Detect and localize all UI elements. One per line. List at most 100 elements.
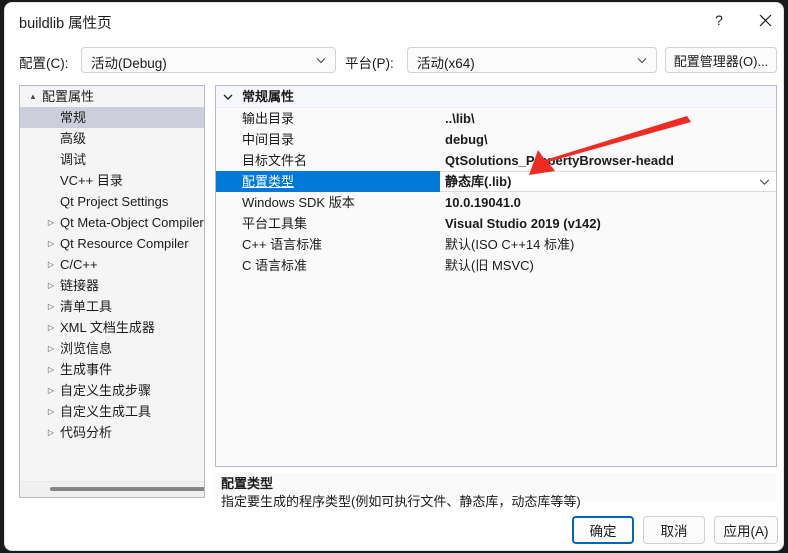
tree-item[interactable]: ▷ Qt Resource Compiler (20, 233, 204, 254)
property-value[interactable]: 10.0.19041.0 (445, 192, 521, 213)
tree-item-label: 高级 (60, 131, 87, 146)
tree-item-label: 常规 (60, 110, 87, 125)
configuration-dropdown[interactable]: 活动(Debug) (81, 47, 336, 73)
tree-item-label: 配置属性 (42, 89, 95, 104)
configuration-manager-button[interactable]: 配置管理器(O)... (665, 47, 777, 73)
tree-item-label: Qt Meta-Object Compiler (60, 215, 204, 230)
property-value[interactable]: ..\lib\ (445, 108, 475, 129)
tree-item-label: 调试 (60, 152, 87, 167)
tree-item[interactable]: 常规 (20, 107, 204, 128)
close-button[interactable] (743, 3, 783, 37)
property-name: 配置类型 (242, 174, 295, 189)
tree-item[interactable]: ▷ 清单工具 (20, 296, 204, 317)
chevron-down-icon (316, 58, 326, 64)
platform-dropdown[interactable]: 活动(x64) (407, 47, 657, 73)
chevron-down-icon (637, 58, 647, 64)
configuration-value: 活动(Debug) (91, 56, 167, 71)
tree-item[interactable]: ▷ 自定义生成工具 (20, 401, 204, 422)
tree-item-label: 浏览信息 (60, 341, 113, 356)
tree-item[interactable]: ▷ 自定义生成步骤 (20, 380, 204, 401)
platform-value: 活动(x64) (417, 56, 475, 71)
window-title: buildlib 属性页 (19, 16, 112, 32)
tree-item[interactable]: ▷ Qt Meta-Object Compiler (20, 212, 204, 233)
property-row[interactable]: 输出目录 ..\lib\ (216, 108, 776, 129)
tree-item[interactable]: ▷ 浏览信息 (20, 338, 204, 359)
configuration-label: 配置(C): (19, 56, 69, 71)
help-button[interactable]: ? (697, 3, 741, 37)
tree-item[interactable]: ▷ C/C++ (20, 254, 204, 275)
close-icon (759, 14, 771, 26)
property-pages-dialog: buildlib 属性页 ? 配置(C): 活动(Debug) 平台(P): 活… (4, 2, 784, 551)
property-row[interactable]: C 语言标准 默认(旧 MSVC) (216, 255, 776, 276)
expander-collapsed-icon[interactable]: ▷ (42, 338, 60, 359)
tree-item-label: Qt Project Settings (60, 194, 169, 209)
expander-collapsed-icon[interactable]: ▷ (42, 275, 60, 296)
chevron-down-icon (223, 94, 233, 100)
tree-item-label: XML 文档生成器 (60, 320, 155, 335)
property-name: C 语言标准 (242, 258, 308, 273)
property-value[interactable]: 默认(旧 MSVC) (445, 255, 534, 276)
tree-item-label: 自定义生成步骤 (60, 383, 152, 398)
tree-item-label: 代码分析 (60, 425, 113, 440)
property-name: 目标文件名 (242, 153, 308, 168)
expander-collapsed-icon[interactable]: ▷ (42, 359, 60, 380)
expander-expanded-icon[interactable]: ▲ (24, 86, 42, 107)
property-name: C++ 语言标准 (242, 237, 323, 252)
grid-group-title: 常规属性 (242, 89, 295, 104)
tree-item-label: C/C++ (60, 257, 98, 272)
description-title: 配置类型 (221, 476, 274, 491)
grid-group-header[interactable]: 常规属性 (216, 86, 776, 108)
tree-item[interactable]: Qt Project Settings (20, 191, 204, 212)
property-row[interactable]: 配置类型 静态库(.lib) (216, 171, 776, 192)
tree-item[interactable]: ▷ 代码分析 (20, 422, 204, 443)
property-name: 输出目录 (242, 111, 295, 126)
apply-button[interactable]: 应用(A) (714, 516, 778, 544)
tree-item-label: Qt Resource Compiler (60, 236, 189, 251)
tree-item-label: 链接器 (60, 278, 100, 293)
expander-collapsed-icon[interactable]: ▷ (42, 401, 60, 422)
description-pane: 配置类型 指定要生成的程序类型(例如可执行文件、静态库，动态库等等) (215, 473, 777, 509)
expander-collapsed-icon[interactable]: ▷ (42, 212, 60, 233)
property-row[interactable]: 中间目录 debug\ (216, 129, 776, 150)
tree-item-label: 生成事件 (60, 362, 113, 377)
tree-item-label: 清单工具 (60, 299, 113, 314)
tree-item[interactable]: ▲ 配置属性 (20, 86, 204, 107)
property-value[interactable]: 默认(ISO C++14 标准) (445, 234, 574, 255)
expander-collapsed-icon[interactable]: ▷ (42, 380, 60, 401)
expander-collapsed-icon[interactable]: ▷ (42, 317, 60, 338)
platform-label: 平台(P): (345, 56, 394, 71)
tree-horizontal-scrollbar[interactable] (20, 481, 204, 497)
property-value[interactable]: QtSolutions_PropertyBrowser-headd (445, 150, 674, 171)
expander-collapsed-icon[interactable]: ▷ (42, 254, 60, 275)
expander-collapsed-icon[interactable]: ▷ (42, 422, 60, 443)
chevron-down-icon[interactable] (757, 174, 772, 189)
property-value[interactable]: Visual Studio 2019 (v142) (445, 213, 601, 234)
property-value[interactable]: debug\ (445, 129, 488, 150)
tree-item[interactable]: 调试 (20, 149, 204, 170)
property-tree[interactable]: ▲ 配置属性 常规 高级 调试 VC++ 目录 Qt Project Settings ▷ Qt… (19, 85, 205, 498)
description-text: 指定要生成的程序类型(例如可执行文件、静态库，动态库等等) (221, 494, 581, 509)
property-row[interactable]: C++ 语言标准 默认(ISO C++14 标准) (216, 234, 776, 255)
title-bar: buildlib 属性页 ? (5, 3, 783, 39)
tree-item-label: VC++ 目录 (60, 173, 123, 188)
property-name: Windows SDK 版本 (242, 195, 355, 210)
configuration-bar: 配置(C): 活动(Debug) 平台(P): 活动(x64) 配置管理器(O)… (5, 43, 783, 77)
expander-collapsed-icon[interactable]: ▷ (42, 233, 60, 254)
cancel-button[interactable]: 取消 (643, 516, 705, 544)
property-row[interactable]: Windows SDK 版本 10.0.19041.0 (216, 192, 776, 213)
tree-item[interactable]: ▷ 链接器 (20, 275, 204, 296)
property-name: 平台工具集 (242, 216, 308, 231)
property-row[interactable]: 平台工具集 Visual Studio 2019 (v142) (216, 213, 776, 234)
expander-collapsed-icon[interactable]: ▷ (42, 296, 60, 317)
tree-item[interactable]: ▷ XML 文档生成器 (20, 317, 204, 338)
property-name: 中间目录 (242, 132, 295, 147)
tree-item[interactable]: 高级 (20, 128, 204, 149)
question-mark-icon: ? (715, 12, 723, 28)
ok-button[interactable]: 确定 (572, 516, 634, 544)
tree-item[interactable]: VC++ 目录 (20, 170, 204, 191)
property-value[interactable]: 静态库(.lib) (445, 171, 511, 192)
scrollbar-thumb[interactable] (50, 487, 204, 491)
property-row[interactable]: 目标文件名 QtSolutions_PropertyBrowser-headd (216, 150, 776, 171)
property-grid[interactable]: 常规属性 输出目录 ..\lib\ 中间目录 debug\ 目标文件名 QtSolutio… (215, 85, 777, 467)
tree-item[interactable]: ▷ 生成事件 (20, 359, 204, 380)
